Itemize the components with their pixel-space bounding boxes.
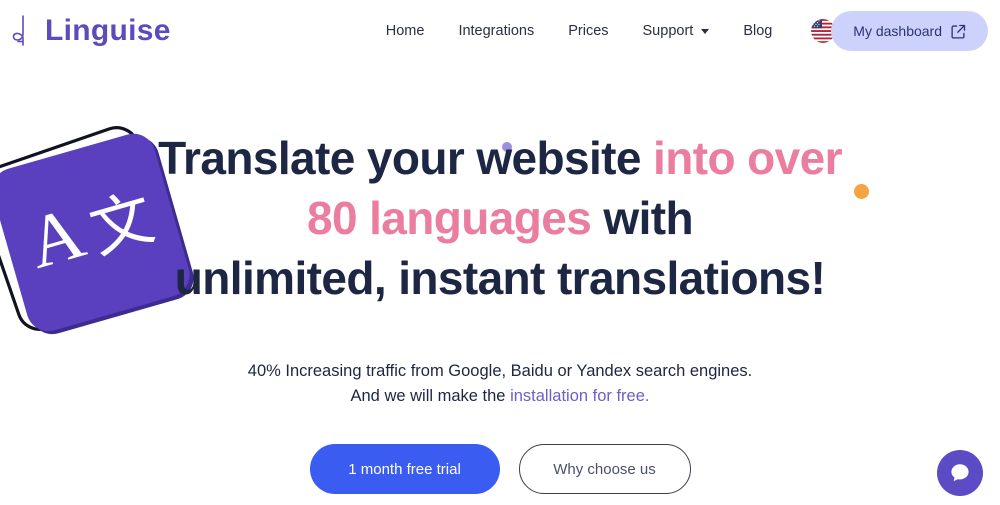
headline-line3: unlimited, instant translations! xyxy=(174,252,826,304)
main-navigation: Home Integrations Prices Support Blog xyxy=(369,18,836,45)
nav-item-integrations[interactable]: Integrations xyxy=(441,18,551,45)
my-dashboard-label: My dashboard xyxy=(853,23,942,39)
nav-item-home[interactable]: Home xyxy=(369,18,442,45)
headline-line2-accent: 80 languages xyxy=(306,192,592,244)
brand-logo[interactable]: Linguise xyxy=(12,14,171,48)
cta-button-row: 1 month free trial Why choose us xyxy=(0,444,1000,494)
free-trial-button[interactable]: 1 month free trial xyxy=(309,444,500,494)
nav-item-blog[interactable]: Blog xyxy=(726,18,789,45)
brand-name: Linguise xyxy=(45,14,171,47)
site-header: Linguise Home Integrations Prices Suppor… xyxy=(0,0,1000,62)
free-installation-link[interactable]: installation for free. xyxy=(510,387,649,405)
subtitle-line1: 40% Increasing traffic from Google, Baid… xyxy=(247,362,753,380)
chat-widget-button[interactable] xyxy=(937,450,983,496)
subtitle-line2-text: And we will make the xyxy=(350,387,511,405)
nav-item-support-label: Support xyxy=(642,22,694,39)
headline-line1-accent: into over xyxy=(653,132,842,184)
headline-line2-dark: with xyxy=(591,192,694,244)
nav-item-support[interactable]: Support xyxy=(626,18,727,45)
linguise-leaf-icon xyxy=(12,14,38,48)
chat-bubble-icon xyxy=(948,461,972,485)
why-choose-us-button[interactable]: Why choose us xyxy=(518,444,691,494)
my-dashboard-button[interactable]: My dashboard xyxy=(831,11,988,51)
external-link-icon xyxy=(951,24,966,39)
hero-subtitle: 40% Increasing traffic from Google, Baid… xyxy=(0,359,1000,409)
headline-line1-dark: Translate your website xyxy=(158,132,654,184)
nav-item-prices[interactable]: Prices xyxy=(551,18,625,45)
chevron-down-icon xyxy=(701,28,710,34)
page-title: Translate your website into over 80 lang… xyxy=(0,128,1000,308)
